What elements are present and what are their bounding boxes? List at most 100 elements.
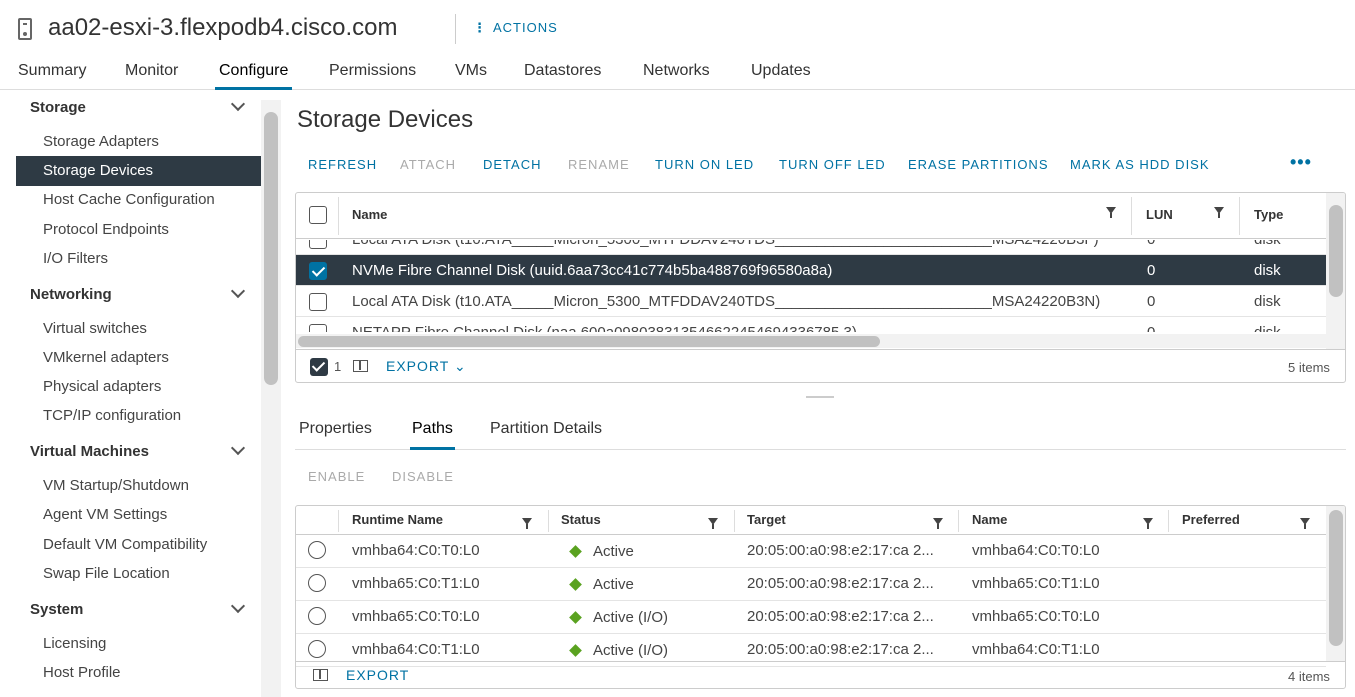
sidebar-item-tcpip-configuration[interactable]: TCP/IP configuration xyxy=(16,401,261,431)
column-header-preferred[interactable]: Preferred xyxy=(1182,512,1240,527)
pane-splitter-handle[interactable] xyxy=(806,396,834,398)
select-all-checkbox[interactable] xyxy=(309,206,327,224)
column-header-target[interactable]: Target xyxy=(747,512,786,527)
sidebar-section-virtual-machines[interactable]: Virtual Machines xyxy=(30,443,149,460)
column-divider[interactable] xyxy=(1131,197,1132,235)
vertical-scrollbar-thumb[interactable] xyxy=(1329,510,1343,646)
export-button[interactable]: EXPORT xyxy=(346,667,409,683)
column-header-type[interactable]: Type xyxy=(1254,207,1283,222)
turn-off-led-button[interactable]: TURN OFF LED xyxy=(779,157,886,172)
enable-button[interactable]: ENABLE xyxy=(308,469,365,484)
more-actions-button[interactable]: ••• xyxy=(1290,152,1312,173)
row-radio-button[interactable] xyxy=(308,541,326,559)
table-row[interactable]: Local ATA Disk (t10.ATA_____Micron_5300_… xyxy=(296,286,1326,317)
table-row[interactable]: vmhba65:C0:T0:L0 Active (I/O) 20:05:00:a… xyxy=(296,601,1326,634)
path-name: vmhba64:C0:T0:L0 xyxy=(972,542,1100,559)
device-name: NVMe Fibre Channel Disk (uuid.6aa73cc41c… xyxy=(352,262,833,279)
column-divider[interactable] xyxy=(958,510,959,532)
tab-permissions[interactable]: Permissions xyxy=(325,62,420,90)
sidebar-item-virtual-switches[interactable]: Virtual switches xyxy=(16,314,261,344)
sidebar-item-licensing[interactable]: Licensing xyxy=(16,629,261,659)
export-dropdown-button[interactable]: EXPORT ⌄ xyxy=(386,358,467,375)
column-divider[interactable] xyxy=(548,510,549,532)
chevron-down-icon[interactable] xyxy=(230,283,246,299)
sidebar-item-io-filters[interactable]: I/O Filters xyxy=(16,244,261,274)
filter-icon[interactable] xyxy=(1300,518,1310,529)
column-divider[interactable] xyxy=(734,510,735,532)
column-divider[interactable] xyxy=(1168,510,1169,532)
disable-button[interactable]: DISABLE xyxy=(392,469,454,484)
table-row[interactable]: vmhba65:C0:T1:L0 Active 20:05:00:a0:98:e… xyxy=(296,568,1326,601)
column-toggle-icon[interactable] xyxy=(353,360,368,372)
turn-on-led-button[interactable]: TURN ON LED xyxy=(655,157,754,172)
sidebar-item-host-profile[interactable]: Host Profile xyxy=(16,658,261,688)
sidebar-section-system[interactable]: System xyxy=(30,601,83,618)
tab-monitor[interactable]: Monitor xyxy=(121,62,182,90)
tab-summary[interactable]: Summary xyxy=(14,62,90,90)
filter-icon[interactable] xyxy=(933,518,943,529)
tab-vms[interactable]: VMs xyxy=(451,62,491,90)
filter-icon[interactable] xyxy=(1143,518,1153,529)
table-row[interactable]: vmhba64:C0:T0:L0 Active 20:05:00:a0:98:e… xyxy=(296,535,1326,568)
column-header-lun[interactable]: LUN xyxy=(1146,207,1173,222)
row-radio-button[interactable] xyxy=(308,640,326,658)
sidebar-item-physical-adapters[interactable]: Physical adapters xyxy=(16,372,261,402)
tab-networks[interactable]: Networks xyxy=(639,62,714,90)
erase-partitions-button[interactable]: ERASE PARTITIONS xyxy=(908,157,1049,172)
sidebar-item-vm-startup-shutdown[interactable]: VM Startup/Shutdown xyxy=(16,471,261,501)
tab-properties[interactable]: Properties xyxy=(297,420,374,450)
sidebar-item-storage-devices[interactable]: Storage Devices xyxy=(16,156,261,186)
mark-as-hdd-disk-button[interactable]: MARK AS HDD DISK xyxy=(1070,157,1210,172)
path-status: Active xyxy=(593,576,634,593)
detach-button[interactable]: DETACH xyxy=(483,157,541,172)
vertical-scrollbar[interactable] xyxy=(1326,193,1345,349)
chevron-down-icon[interactable] xyxy=(230,96,246,112)
tab-datastores[interactable]: Datastores xyxy=(520,62,605,90)
rename-button[interactable]: RENAME xyxy=(568,157,630,172)
column-header-runtime-name[interactable]: Runtime Name xyxy=(352,512,443,527)
refresh-button[interactable]: REFRESH xyxy=(308,157,377,172)
chevron-down-icon[interactable] xyxy=(230,598,246,614)
sidebar-item-agent-vm-settings[interactable]: Agent VM Settings xyxy=(16,500,261,530)
sidebar-item-storage-adapters[interactable]: Storage Adapters xyxy=(16,127,261,157)
filter-icon[interactable] xyxy=(1106,207,1116,218)
column-header-name[interactable]: Name xyxy=(352,207,387,222)
sidebar-item-swap-file-location[interactable]: Swap File Location xyxy=(16,559,261,589)
sidebar-item-default-vm-compatibility[interactable]: Default VM Compatibility xyxy=(16,530,261,560)
actions-menu-button[interactable]: ⋮ ACTIONS xyxy=(473,20,558,36)
column-divider[interactable] xyxy=(1239,197,1240,235)
table-row-selected[interactable]: NVMe Fibre Channel Disk (uuid.6aa73cc41c… xyxy=(296,255,1326,286)
row-checkbox[interactable] xyxy=(309,293,327,311)
attach-button[interactable]: ATTACH xyxy=(400,157,456,172)
table-row[interactable]: Local ATA Disk (t10.ATA_____Micron_5300_… xyxy=(296,240,1326,255)
horizontal-scrollbar-thumb[interactable] xyxy=(298,336,880,347)
filter-icon[interactable] xyxy=(522,518,532,529)
chevron-down-icon[interactable] xyxy=(230,440,246,456)
selection-checkbox-icon[interactable] xyxy=(310,358,328,376)
row-checkbox[interactable] xyxy=(309,262,327,280)
column-header-status[interactable]: Status xyxy=(561,512,601,527)
horizontal-scrollbar[interactable] xyxy=(296,334,1326,348)
column-toggle-icon[interactable] xyxy=(313,669,328,681)
tab-partition-details[interactable]: Partition Details xyxy=(488,420,604,450)
table-row[interactable]: NETAPP Fibre Channel Disk (naa.600a09803… xyxy=(296,317,1326,332)
sidebar-section-networking[interactable]: Networking xyxy=(30,286,112,303)
filter-icon[interactable] xyxy=(1214,207,1224,218)
sidebar-scrollbar-thumb[interactable] xyxy=(264,112,278,385)
device-lun: 0 xyxy=(1147,324,1155,332)
row-checkbox[interactable] xyxy=(309,240,327,249)
row-radio-button[interactable] xyxy=(308,574,326,592)
row-checkbox[interactable] xyxy=(309,324,327,332)
row-radio-button[interactable] xyxy=(308,607,326,625)
sidebar-item-host-cache-configuration[interactable]: Host Cache Configuration xyxy=(16,185,261,215)
sidebar-section-storage[interactable]: Storage xyxy=(30,99,86,116)
vertical-scrollbar[interactable] xyxy=(1326,506,1345,661)
vertical-scrollbar-thumb[interactable] xyxy=(1329,205,1343,297)
sidebar-item-protocol-endpoints[interactable]: Protocol Endpoints xyxy=(16,215,261,245)
tab-updates[interactable]: Updates xyxy=(747,62,815,90)
tab-configure[interactable]: Configure xyxy=(215,62,293,90)
tab-paths[interactable]: Paths xyxy=(410,420,455,450)
column-header-name[interactable]: Name xyxy=(972,512,1007,527)
sidebar-item-vmkernel-adapters[interactable]: VMkernel adapters xyxy=(16,343,261,373)
filter-icon[interactable] xyxy=(708,518,718,529)
